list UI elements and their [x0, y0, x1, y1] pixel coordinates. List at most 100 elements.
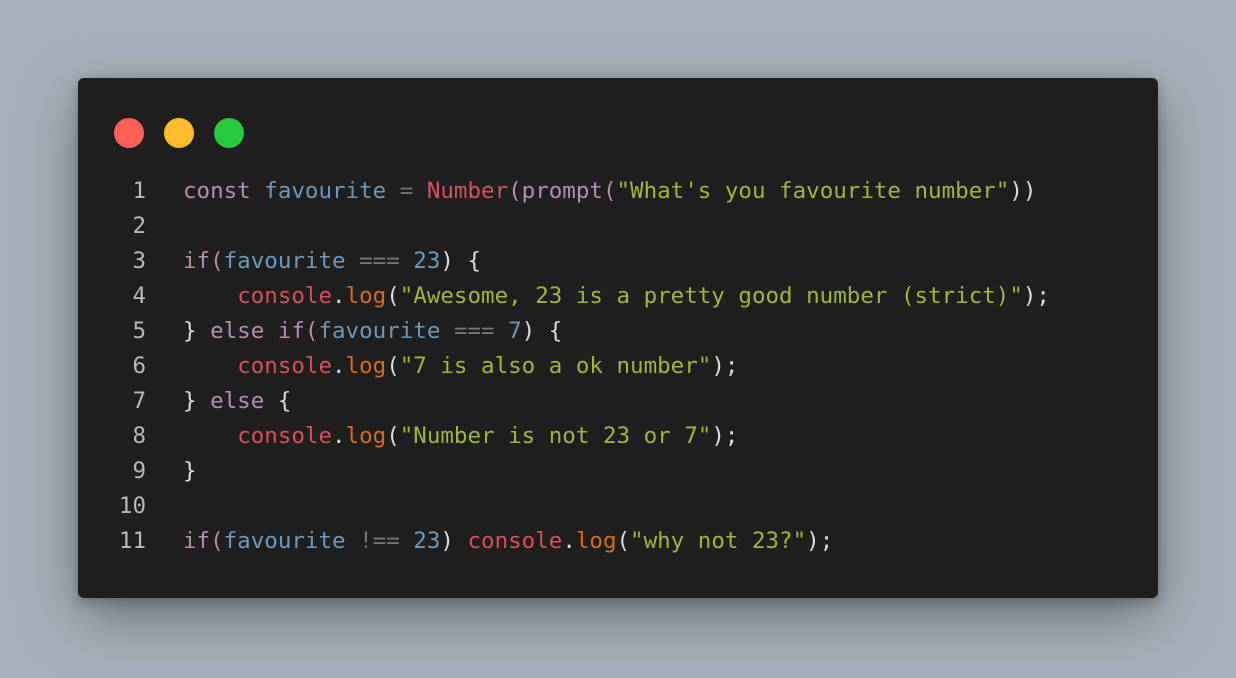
- code-token: !==: [359, 528, 400, 554]
- line-number: 8: [132, 423, 146, 449]
- code-token: .: [332, 353, 346, 379]
- code-token: 7: [508, 318, 522, 344]
- code-token: ===: [453, 318, 495, 344]
- code-token: )): [1009, 178, 1037, 204]
- line-number: 5: [132, 318, 146, 344]
- code-token: (: [386, 283, 400, 309]
- line-code-text: if(favourite !== 23) console.log("why no…: [183, 524, 833, 559]
- code-token: .: [332, 423, 346, 449]
- code-token: if: [183, 528, 211, 554]
- line-code-text: console.log("7 is also a ok number");: [183, 349, 738, 384]
- line-number: 10: [118, 493, 146, 519]
- code-area: 1 const favourite = Number(prompt("What's…: [78, 174, 1158, 559]
- code-token: favourite: [223, 248, 346, 274]
- code-token: .: [562, 528, 576, 554]
- code-token: console: [237, 423, 333, 449]
- code-token: favourite: [318, 318, 441, 344]
- line-code-text: }: [183, 454, 197, 489]
- code-token: console: [237, 283, 333, 309]
- line-number: 6: [132, 353, 146, 379]
- code-token: log: [345, 283, 387, 309]
- code-token: {: [264, 388, 292, 414]
- code-token: (: [386, 353, 400, 379]
- code-token: "why not 23?": [630, 528, 807, 554]
- code-line: 4 console.log("Awesome, 23 is a pretty g…: [78, 279, 1158, 314]
- code-line: 6 console.log("7 is also a ok number");: [78, 349, 1158, 384]
- minimize-dot-icon[interactable]: [164, 118, 194, 148]
- line-number: 1: [132, 178, 146, 204]
- code-line: 1 const favourite = Number(prompt("What's…: [78, 174, 1158, 209]
- code-token: if: [183, 248, 211, 274]
- code-line: 5} else if(favourite === 7) {: [78, 314, 1158, 349]
- line-code-text: console.log("Awesome, 23 is a pretty goo…: [183, 279, 1050, 314]
- line-number: 3: [132, 248, 146, 274]
- code-token: ===: [359, 248, 400, 274]
- line-code-text: const favourite = Number(prompt("What's …: [183, 174, 1036, 209]
- line-code-text: if(favourite === 23) {: [183, 244, 481, 279]
- code-token: prompt: [521, 178, 603, 204]
- code-window: 1 const favourite = Number(prompt("What's…: [78, 78, 1158, 598]
- code-token: (: [616, 528, 631, 554]
- line-code-text: } else {: [183, 384, 291, 419]
- code-token: ) {: [521, 318, 563, 344]
- code-line: 3 if(favourite === 23) {: [78, 244, 1158, 279]
- code-token: }: [183, 458, 197, 484]
- code-token: (: [210, 528, 224, 554]
- code-token: );: [711, 353, 739, 379]
- code-token: ): [440, 528, 468, 554]
- code-token: );: [806, 528, 834, 554]
- code-line: 9}: [78, 454, 1158, 489]
- code-token: (: [508, 178, 522, 204]
- code-line: 7} else {: [78, 384, 1158, 419]
- code-line: 10: [78, 489, 1158, 524]
- close-dot-icon[interactable]: [114, 118, 144, 148]
- code-token: "Awesome, 23 is a pretty good number (st…: [399, 283, 1023, 309]
- maximize-dot-icon[interactable]: [214, 118, 244, 148]
- line-number: 2: [132, 213, 146, 239]
- code-token: =: [399, 178, 414, 204]
- code-token: log: [345, 423, 387, 449]
- code-token: (: [386, 423, 400, 449]
- code-line: 11 if(favourite !== 23) console.log("why …: [78, 524, 1158, 559]
- code-token: log: [575, 528, 617, 554]
- code-token: const: [183, 178, 251, 204]
- code-token: "What's you favourite number": [616, 178, 1010, 204]
- code-token: ) {: [440, 248, 482, 274]
- code-token: 23: [413, 248, 441, 274]
- code-token: else: [210, 388, 265, 414]
- code-token: else: [210, 318, 265, 344]
- code-token: favourite: [264, 178, 387, 204]
- code-token: console: [467, 528, 563, 554]
- code-token: (: [602, 178, 617, 204]
- code-token: }: [183, 318, 211, 344]
- code-token: (: [304, 318, 319, 344]
- code-token: "Number is not 23 or 7": [399, 423, 712, 449]
- code-token: 23: [413, 528, 441, 554]
- code-token: log: [345, 353, 387, 379]
- line-number: 9: [132, 458, 146, 484]
- line-number: 7: [132, 388, 146, 414]
- code-line: 2: [78, 209, 1158, 244]
- line-number: 4: [132, 283, 146, 309]
- line-code-text: console.log("Number is not 23 or 7");: [183, 419, 738, 454]
- code-token: );: [1022, 283, 1050, 309]
- code-token: "7 is also a ok number": [399, 353, 712, 379]
- line-number: 11: [118, 528, 146, 554]
- code-token: Number: [426, 178, 509, 204]
- code-token: console: [237, 353, 333, 379]
- code-token: .: [332, 283, 346, 309]
- code-token: if: [277, 318, 305, 344]
- code-token: }: [183, 388, 211, 414]
